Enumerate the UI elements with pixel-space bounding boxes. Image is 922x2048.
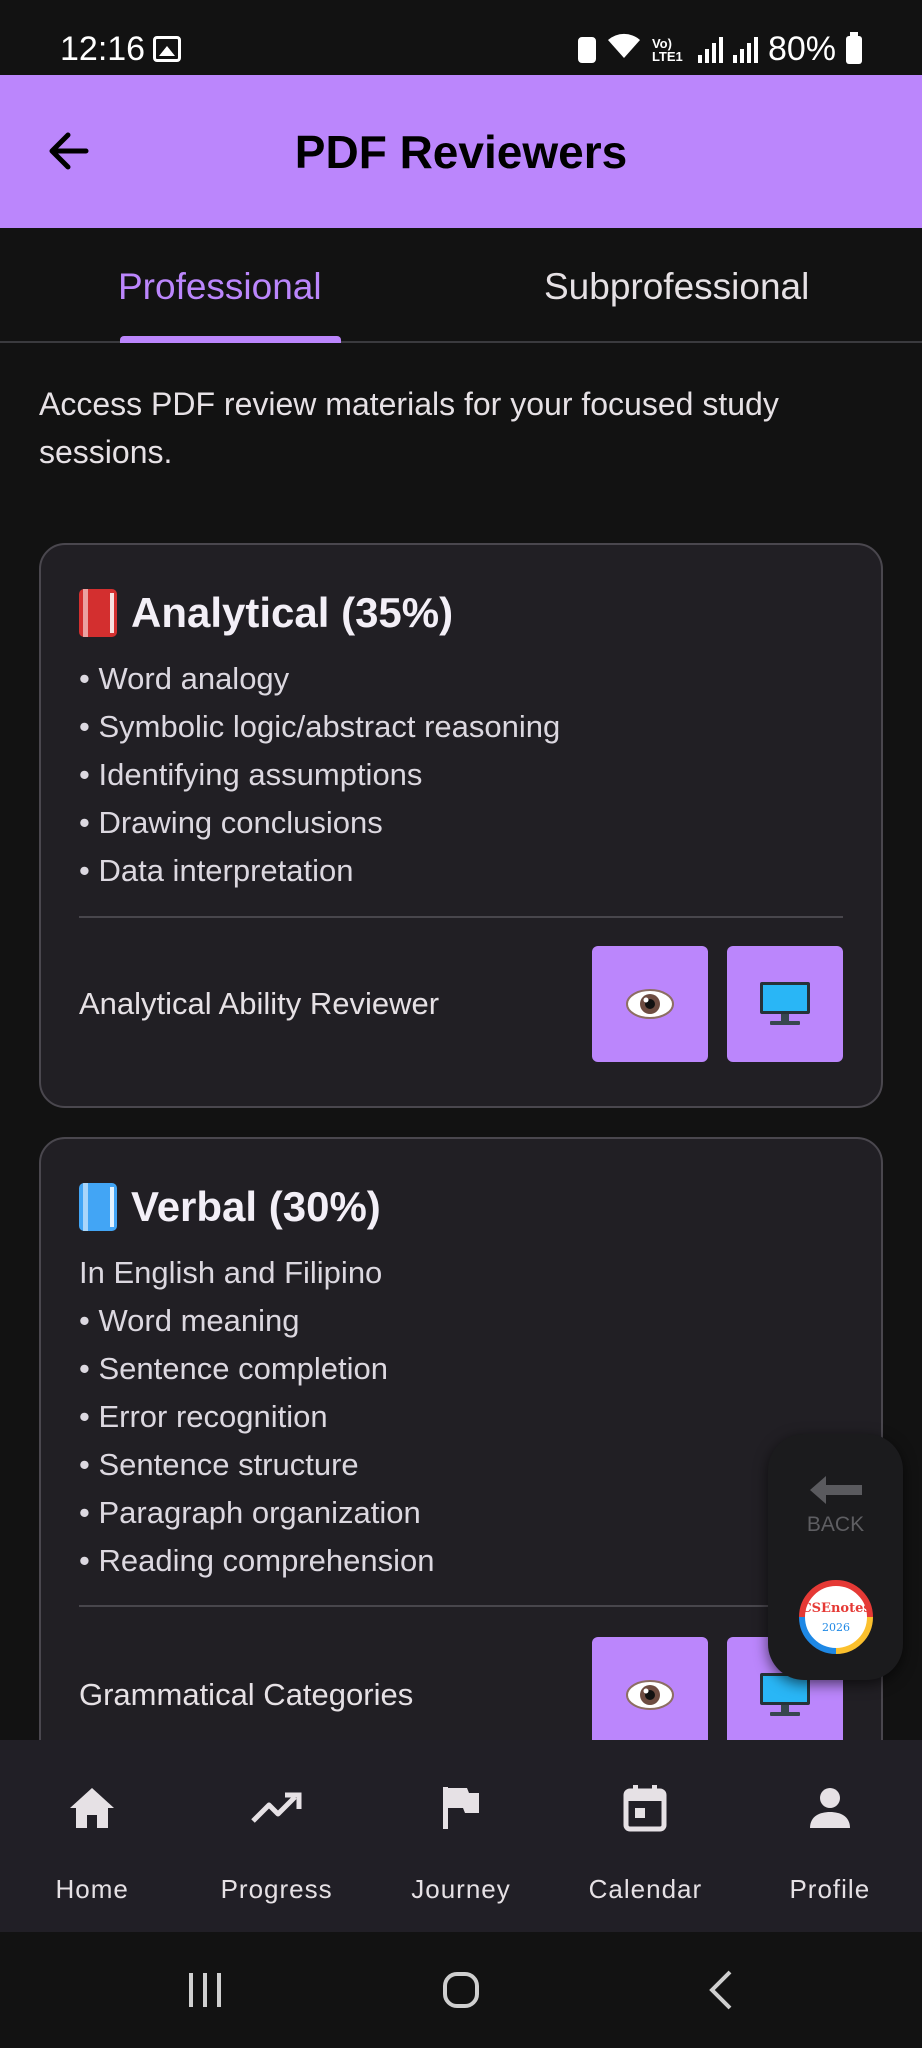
list-item: • Word meaning bbox=[79, 1303, 300, 1338]
status-bar: 12:16 Vo) LTE1 80% bbox=[0, 0, 922, 75]
chevron-left-icon bbox=[709, 1970, 732, 2010]
nav-label: Home bbox=[55, 1874, 129, 1904]
tab-professional[interactable]: Professional bbox=[118, 266, 322, 308]
logo-ring-icon bbox=[799, 1580, 873, 1654]
card-subtitle: In English and Filipino bbox=[79, 1255, 383, 1290]
recent-apps-button[interactable] bbox=[180, 1962, 230, 2018]
card-title-text: Analytical (35%) bbox=[131, 589, 454, 636]
view-pdf-button[interactable] bbox=[592, 1637, 708, 1753]
list-item: • Drawing conclusions bbox=[79, 805, 383, 840]
reviewer-row: Analytical Ability Reviewer bbox=[79, 946, 843, 1062]
eye-icon bbox=[626, 989, 674, 1019]
flag-icon bbox=[435, 1782, 487, 1834]
list-item: • Word analogy bbox=[79, 661, 290, 696]
nav-calendar[interactable]: Calendar bbox=[553, 1740, 737, 1932]
calendar-icon bbox=[619, 1782, 671, 1834]
nav-profile[interactable]: Profile bbox=[738, 1740, 922, 1932]
nav-label: Progress bbox=[220, 1874, 333, 1904]
battery-icon bbox=[846, 31, 862, 64]
intro-text: Access PDF review materials for your foc… bbox=[39, 386, 779, 470]
nav-journey[interactable]: Journey bbox=[369, 1740, 553, 1932]
network-type-label: Vo) LTE1 bbox=[651, 35, 683, 64]
tab-subprofessional[interactable]: Subprofessional bbox=[544, 266, 809, 308]
nav-home[interactable]: Home bbox=[0, 1740, 184, 1932]
category-card-verbal: Verbal (30%) In English and Filipino • W… bbox=[39, 1137, 883, 1837]
list-item: • Sentence completion bbox=[79, 1351, 388, 1386]
list-item: • Reading comprehension bbox=[79, 1543, 435, 1578]
nav-label: Profile bbox=[789, 1874, 871, 1904]
monitor-icon bbox=[760, 982, 810, 1025]
logo-year: 2026 bbox=[822, 1621, 850, 1634]
floating-widget: BACK CSEnotes 2026 bbox=[768, 1434, 903, 1680]
list-item: • Paragraph organization bbox=[79, 1495, 421, 1530]
red-book-icon bbox=[79, 589, 117, 637]
eye-icon bbox=[626, 1680, 674, 1710]
tab-bar: Professional Subprofessional bbox=[0, 228, 922, 343]
system-nav-bar bbox=[0, 1932, 922, 2048]
floating-back-button[interactable]: BACK bbox=[768, 1474, 903, 1537]
bottom-nav: Home Progress Journey Calendar Profile bbox=[0, 1740, 922, 1932]
list-item: • Error recognition bbox=[79, 1399, 328, 1434]
person-icon bbox=[804, 1782, 856, 1834]
trending-up-icon bbox=[250, 1782, 303, 1834]
battery-saver-icon bbox=[577, 36, 596, 63]
recent-apps-icon bbox=[189, 1973, 221, 2007]
nav-label: Journey bbox=[411, 1874, 511, 1904]
home-circle-icon bbox=[443, 1972, 479, 2008]
card-title-text: Verbal (30%) bbox=[131, 1183, 381, 1230]
signal-icon-2 bbox=[732, 36, 758, 63]
divider bbox=[79, 916, 843, 918]
blue-book-icon bbox=[79, 1183, 117, 1231]
reviewer-name: Grammatical Categories bbox=[79, 1677, 414, 1712]
signal-icon-1 bbox=[697, 36, 723, 63]
card-title: Verbal (30%) bbox=[79, 1183, 381, 1231]
logo-text: CSEnotes bbox=[801, 1601, 871, 1616]
reviewer-row: Grammatical Categories bbox=[79, 1637, 843, 1753]
list-item: • Sentence structure bbox=[79, 1447, 359, 1482]
nav-progress[interactable]: Progress bbox=[184, 1740, 368, 1932]
home-system-button[interactable] bbox=[436, 1962, 486, 2018]
wifi-icon bbox=[606, 30, 642, 69]
page-title: PDF Reviewers bbox=[294, 126, 628, 178]
app-header: PDF Reviewers bbox=[0, 75, 922, 228]
category-card-analytical: Analytical (35%) • Word analogy • Symbol… bbox=[39, 543, 883, 1108]
card-title: Analytical (35%) bbox=[79, 589, 453, 637]
active-tab-indicator bbox=[120, 336, 341, 343]
csenotes-logo[interactable]: CSEnotes 2026 bbox=[798, 1579, 874, 1655]
list-item: • Symbolic logic/abstract reasoning bbox=[79, 709, 561, 744]
reviewer-name: Analytical Ability Reviewer bbox=[79, 986, 440, 1021]
arrow-left-icon bbox=[809, 1476, 862, 1504]
floating-back-label: BACK bbox=[806, 1513, 865, 1536]
view-pdf-button[interactable] bbox=[592, 946, 708, 1062]
list-item: • Identifying assumptions bbox=[79, 757, 423, 792]
list-item: • Data interpretation bbox=[79, 853, 354, 888]
topic-list: In English and Filipino • Word meaning •… bbox=[79, 1249, 435, 1585]
divider bbox=[79, 1605, 843, 1607]
image-notification-icon bbox=[153, 36, 181, 62]
status-indicators: Vo) LTE1 80% bbox=[577, 30, 862, 69]
topic-list: • Word analogy • Symbolic logic/abstract… bbox=[79, 655, 560, 895]
nav-label: Calendar bbox=[588, 1874, 703, 1904]
system-back-button[interactable] bbox=[696, 1962, 746, 2018]
status-time: 12:16 bbox=[60, 30, 146, 68]
home-icon bbox=[66, 1782, 118, 1834]
battery-percent: 80% bbox=[767, 30, 836, 68]
open-screen-button[interactable] bbox=[727, 946, 843, 1062]
